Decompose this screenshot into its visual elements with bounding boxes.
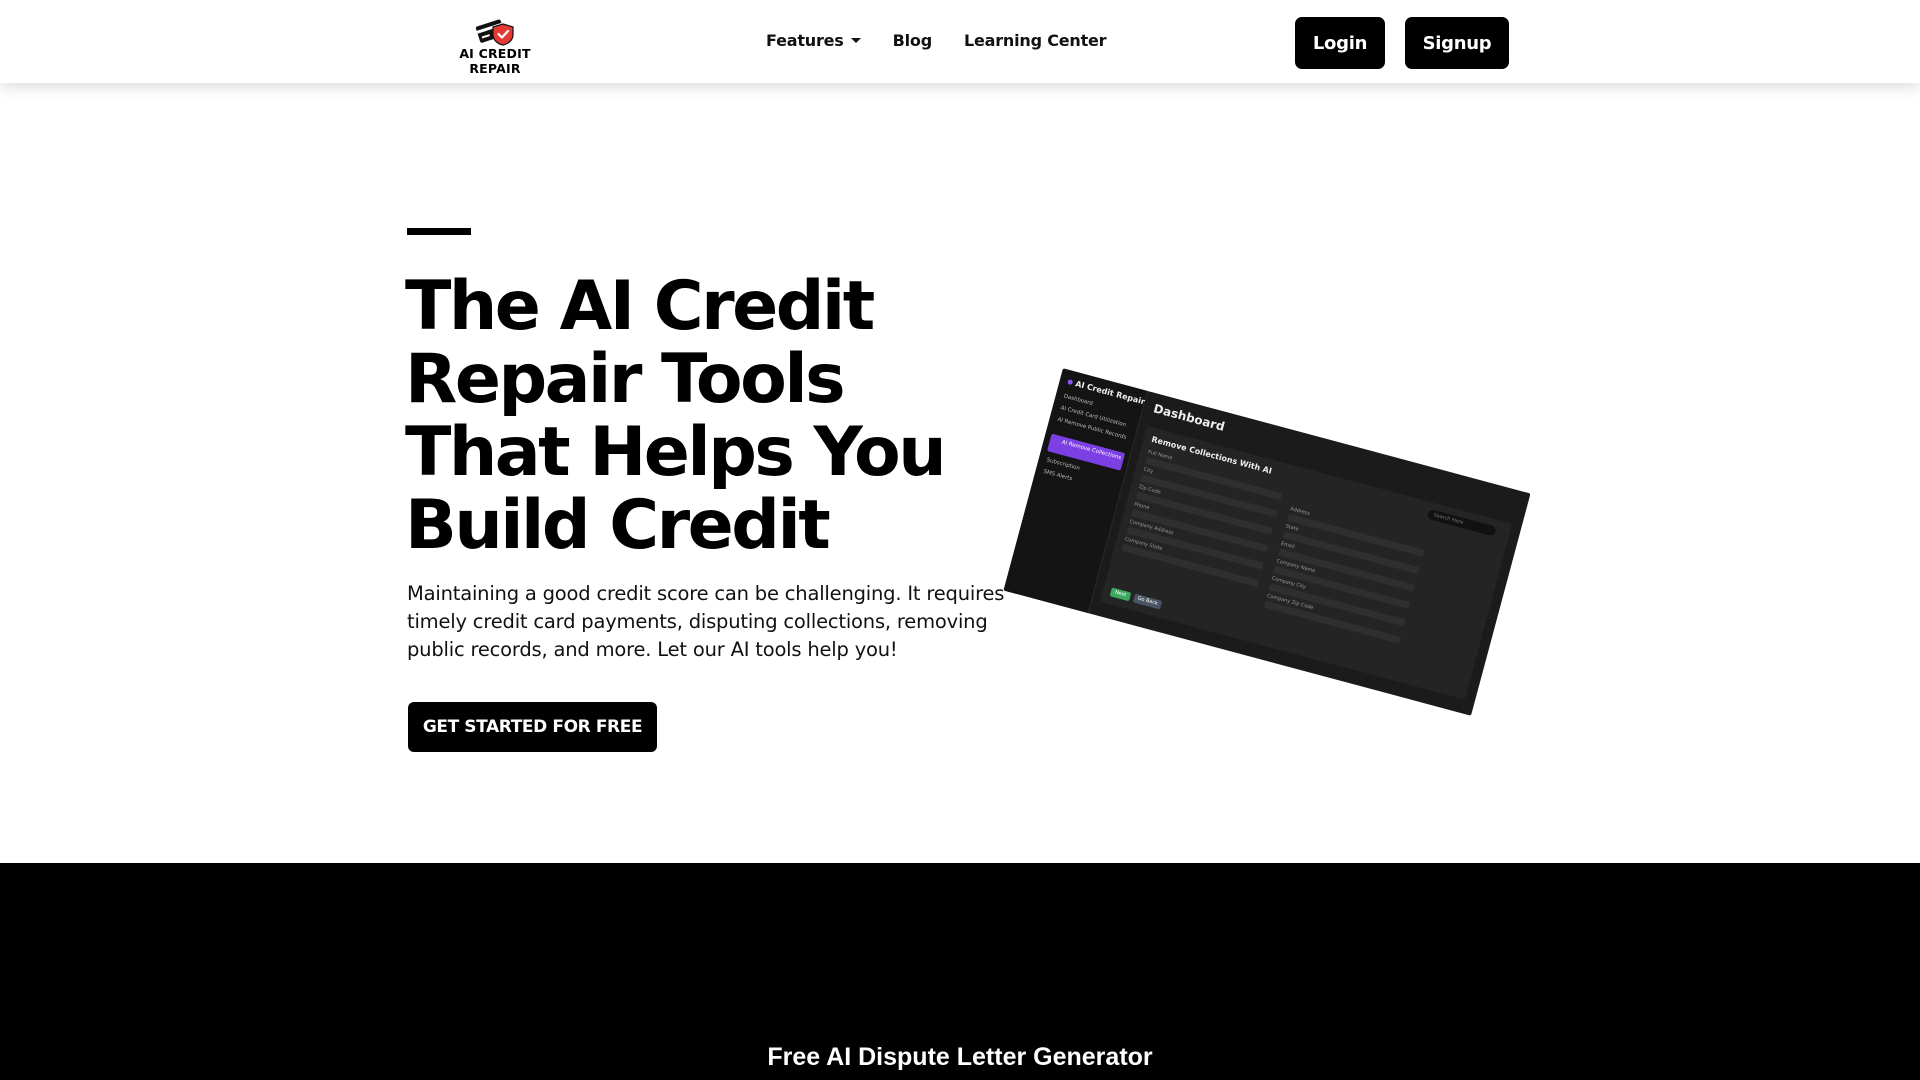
mockup-nav-dashboard: Dashboard — [1062, 393, 1094, 408]
signup-button[interactable]: Signup — [1405, 17, 1509, 69]
mockup-main: Dashboard Remove Collections With AI Sea… — [1088, 391, 1530, 716]
mockup-next-button: Next — [1109, 587, 1132, 602]
nav-features-label: Features — [766, 31, 844, 50]
mockup-page-title: Dashboard — [1151, 401, 1227, 434]
hero-description: Maintaining a good credit score can be c… — [407, 582, 1005, 661]
caret-down-icon — [850, 38, 861, 43]
get-started-button[interactable]: GET STARTED FOR FREE — [408, 702, 657, 752]
nav-blog[interactable]: Blog — [893, 31, 933, 50]
site-header: AI CREDIT REPAIR Features Blog Learning … — [0, 0, 1920, 83]
dashboard-preview-image: AI Credit Repair Dashboard AI Credit Car… — [1003, 365, 1531, 716]
credit-card-shield-logo-icon — [475, 19, 514, 46]
mockup-form-card: Remove Collections With AI Search Here F… — [1099, 425, 1513, 700]
mockup-nav-sms-alerts: SMS Alerts — [1042, 468, 1073, 483]
dashboard-mockup: AI Credit Repair Dashboard AI Credit Car… — [1003, 368, 1531, 716]
mockup-brand-dot-icon — [1067, 379, 1074, 386]
dispute-letter-section: Free AI Dispute Letter Generator — [0, 863, 1920, 1080]
mockup-go-back-button: Go Back — [1132, 593, 1163, 610]
nav-learning-center[interactable]: Learning Center — [964, 31, 1107, 50]
nav-features[interactable]: Features — [766, 31, 861, 50]
mockup-search: Search Here — [1426, 508, 1497, 537]
section-heading: Free AI Dispute Letter Generator — [767, 1043, 1153, 1071]
main-nav: Features Blog Learning Center — [766, 31, 1138, 50]
login-button[interactable]: Login — [1295, 17, 1385, 69]
accent-bar — [407, 228, 471, 235]
logo[interactable]: AI CREDIT REPAIR — [432, 14, 558, 76]
logo-text: AI CREDIT REPAIR — [459, 46, 531, 76]
hero-title: The AI Credit Repair Tools That Helps Yo… — [405, 267, 947, 565]
